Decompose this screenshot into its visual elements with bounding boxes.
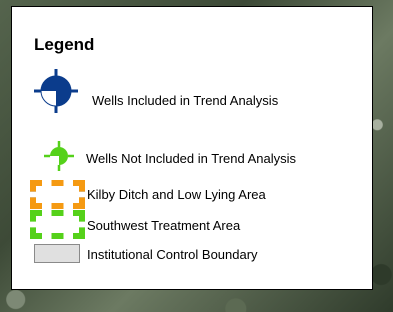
legend-item-label-wells-included: Wells Included in Trend Analysis: [92, 93, 279, 108]
legend-item-label-wells-not-included: Wells Not Included in Trend Analysis: [86, 151, 297, 166]
legend-item-label-institutional-boundary: Institutional Control Boundary: [87, 247, 258, 262]
legend-item-label-kilby-ditch: Kilby Ditch and Low Lying Area: [87, 187, 266, 202]
southwest-treatment-swatch: [30, 210, 85, 239]
legend-item-label-southwest-treatment: Southwest Treatment Area: [87, 218, 241, 233]
legend-title: Legend: [34, 35, 95, 54]
map-legend: Legend Wells Included in Trend Analysis …: [11, 6, 373, 290]
institutional-boundary-swatch: [34, 244, 80, 263]
well-not-included-icon: [44, 141, 74, 171]
kilby-ditch-swatch: [30, 180, 85, 209]
well-included-icon: [34, 69, 78, 113]
